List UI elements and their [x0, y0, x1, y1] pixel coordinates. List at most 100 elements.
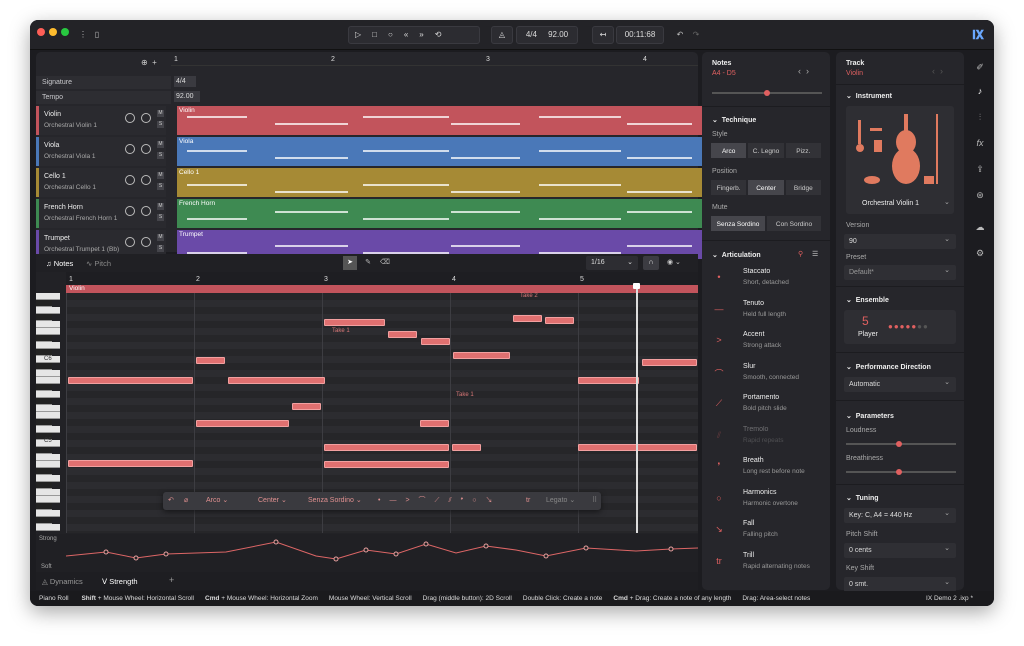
white-key[interactable] — [36, 475, 60, 482]
note[interactable] — [420, 420, 449, 427]
note[interactable] — [578, 444, 697, 451]
list-view-icon[interactable]: ☰ — [812, 250, 818, 258]
note[interactable] — [453, 352, 510, 359]
pencil-tool-icon[interactable]: ✎ — [361, 256, 375, 270]
undo-icon[interactable]: ↶ — [163, 492, 179, 510]
take-label[interactable]: Take 1 — [332, 328, 350, 334]
playhead[interactable] — [636, 285, 638, 533]
piano-roll[interactable]: 1 2 3 4 5 Violin C6 C5 Take 1 Take 1 Take … — [36, 272, 698, 572]
strength-curve[interactable] — [66, 534, 698, 572]
redo-icon[interactable]: ↷ — [691, 28, 701, 42]
white-key[interactable] — [36, 412, 60, 419]
volume-knob[interactable] — [125, 113, 135, 123]
black-key[interactable] — [36, 384, 52, 391]
loop-icon[interactable]: ⟲ — [435, 30, 453, 39]
legato-dropdown[interactable]: Legato ⌄ — [541, 492, 585, 510]
visibility-icon[interactable]: ◉ ⌄ — [667, 256, 691, 270]
articulation-harmonics[interactable]: ○ Harmonics Harmonic overtone — [712, 487, 822, 517]
style-arco-button[interactable]: Arco — [710, 142, 748, 159]
pan-knob[interactable] — [141, 237, 151, 247]
note[interactable] — [452, 444, 481, 451]
take-label[interactable]: Take 2 — [520, 293, 538, 299]
note[interactable] — [324, 444, 449, 451]
player-dots[interactable]: ●●●●●●● — [888, 322, 929, 331]
black-key[interactable] — [36, 314, 52, 321]
white-key[interactable] — [36, 321, 60, 328]
white-key[interactable] — [36, 342, 60, 349]
volume-knob[interactable] — [125, 206, 135, 216]
prev-next-icon[interactable]: ‹ › — [798, 66, 809, 76]
menu-dots-icon[interactable]: ⋮ — [78, 28, 88, 42]
articulation-trill[interactable]: tr Trill Rapid alternating notes — [712, 550, 822, 580]
white-key[interactable] — [36, 524, 60, 531]
mute-button[interactable]: M — [157, 110, 164, 117]
black-key[interactable] — [36, 468, 52, 475]
note[interactable] — [324, 319, 385, 326]
solo-button[interactable]: S — [157, 245, 164, 252]
note[interactable] — [513, 315, 542, 322]
white-key[interactable] — [36, 293, 60, 300]
tab-pitch[interactable]: ∿ Pitch — [86, 259, 111, 268]
wand-icon[interactable]: ✐ — [973, 62, 987, 76]
black-key[interactable] — [36, 447, 52, 454]
arrange-ruler[interactable]: 1 2 3 4 — [171, 52, 698, 66]
white-key[interactable] — [36, 307, 60, 314]
eraser-tool-icon[interactable]: ⌫ — [378, 256, 392, 270]
project-name[interactable]: IX Demo 2 .ixp * — [926, 591, 973, 606]
slider-thumb[interactable] — [764, 90, 770, 96]
return-to-start-icon[interactable]: ↤ — [592, 26, 614, 44]
document-icon[interactable]: ▯ — [92, 28, 102, 42]
articulation-fall[interactable]: ↘ Fall Falling pitch — [712, 518, 822, 548]
tab-dynamics[interactable]: ◬ Dynamics — [42, 577, 83, 586]
erase-icon[interactable]: ⌀ — [179, 492, 193, 510]
record-icon[interactable]: ○ — [388, 30, 404, 39]
white-key[interactable] — [36, 461, 60, 468]
mute-dropdown[interactable]: Senza Sordino ⌄ — [303, 492, 369, 510]
white-key[interactable] — [36, 496, 60, 503]
add-lane-icon[interactable]: + — [169, 575, 174, 585]
pan-knob[interactable] — [141, 144, 151, 154]
position-center-button[interactable]: Center — [747, 179, 785, 196]
drag-handle-icon[interactable]: ⠿ — [587, 492, 602, 510]
black-key[interactable] — [36, 300, 52, 307]
meter-tempo-display[interactable]: 4/4 92.00 — [516, 26, 578, 44]
breathiness-slider[interactable] — [846, 469, 956, 475]
mute-button[interactable]: M — [157, 234, 164, 241]
tab-strength[interactable]: ⴸ Strength — [102, 577, 138, 586]
volume-knob[interactable] — [125, 144, 135, 154]
track-header[interactable]: Violin Orchestral Violin 1MS — [36, 106, 166, 135]
track-lane[interactable]: Cello 1 — [177, 168, 704, 197]
white-key[interactable] — [36, 510, 60, 517]
preset-select[interactable]: Default* — [844, 263, 956, 280]
articulation-tenuto[interactable]: — Tenuto Held full length — [712, 298, 822, 328]
play-icon[interactable]: ▷ — [355, 30, 372, 39]
track-lane[interactable]: French Horn — [177, 199, 704, 228]
white-key[interactable] — [36, 454, 60, 461]
articulation-tremolo[interactable]: ⫽ Tremolo Rapid repeats — [712, 424, 822, 454]
signature-value[interactable]: 4/4 — [174, 76, 196, 87]
plugin-icon[interactable]: ⊛ — [973, 190, 987, 204]
slider-thumb[interactable] — [896, 441, 902, 447]
black-key[interactable] — [36, 482, 52, 489]
key-shift-stepper[interactable]: 0 smt. — [844, 575, 956, 592]
volume-knob[interactable] — [125, 237, 135, 247]
tempo-row-value[interactable]: 92.00 — [174, 91, 200, 102]
articulation-accent[interactable]: > Accent Strong attack — [712, 329, 822, 359]
position-bridge-button[interactable]: Bridge — [784, 179, 822, 196]
track-header[interactable]: French Horn Orchestral French Horn 1MS — [36, 199, 166, 228]
prev-next-icon[interactable]: ‹ › — [932, 66, 943, 76]
note[interactable] — [545, 317, 574, 324]
piano-roll-ruler[interactable]: 1 2 3 4 5 — [66, 272, 698, 286]
track-header[interactable]: Viola Orchestral Viola 1MS — [36, 137, 166, 166]
articulation-breath[interactable]: ❜ Breath Long rest before note — [712, 455, 822, 485]
white-key[interactable] — [36, 391, 60, 398]
region-header[interactable]: Violin — [66, 285, 698, 293]
black-key[interactable] — [36, 398, 52, 405]
instrument-card[interactable]: Orchestral Violin 1 ⌄ — [846, 106, 954, 214]
style-col-legno-button[interactable]: C. Legno — [747, 142, 785, 159]
notes-range-slider[interactable] — [712, 90, 822, 96]
cloud-icon[interactable]: ☁ — [973, 222, 987, 236]
track-lane[interactable]: Viola — [177, 137, 704, 166]
black-key[interactable] — [36, 503, 52, 510]
track-lane[interactable]: Violin — [177, 106, 704, 135]
